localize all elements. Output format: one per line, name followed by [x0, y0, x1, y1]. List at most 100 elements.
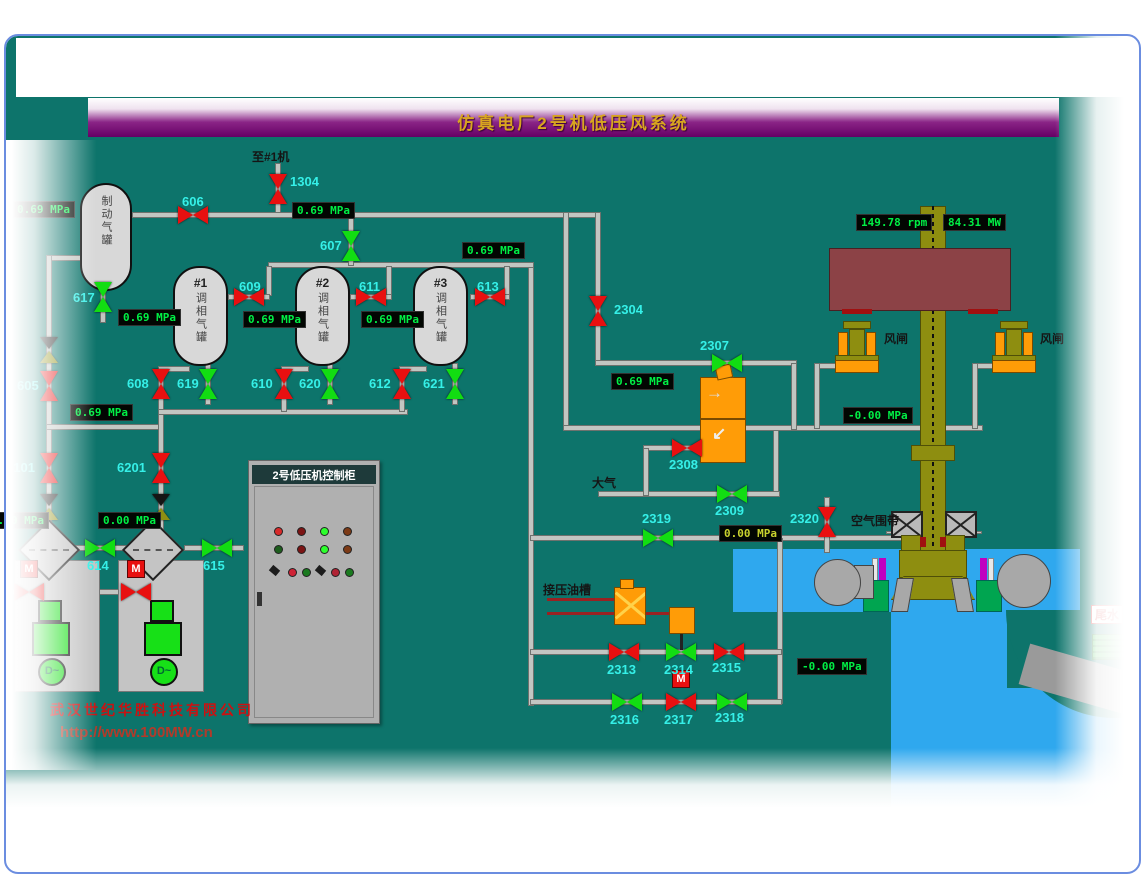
cabinet-door[interactable] [254, 486, 374, 718]
valve-disc-icon [94, 282, 112, 297]
indicator-light [274, 527, 283, 536]
valve-6101[interactable] [40, 453, 58, 483]
valve-motor[interactable] [14, 583, 44, 601]
oil-tank-device[interactable] [614, 587, 646, 625]
oil-line [547, 612, 615, 615]
pipe [777, 538, 783, 704]
indicator-light [302, 568, 311, 577]
valve-label-620: 620 [299, 376, 321, 391]
valve-disc-icon [152, 453, 170, 468]
valve-label-605: 605 [17, 378, 39, 393]
pressure-display: 0.69 MPa [611, 373, 674, 390]
compressor-body[interactable] [144, 622, 182, 656]
runner-crown [899, 550, 967, 578]
valve-disc-icon [321, 384, 339, 399]
valve-disc-icon [85, 539, 100, 557]
valve-2318[interactable] [717, 693, 747, 711]
seal-block-icon [945, 511, 977, 538]
valve-2320[interactable] [818, 507, 836, 537]
valve-disc-icon [729, 643, 744, 661]
valve-6201[interactable] [152, 453, 170, 483]
valve-label-615: 615 [203, 558, 225, 573]
compressor-motor[interactable]: D~ [150, 658, 178, 686]
valve-605[interactable] [40, 371, 58, 401]
tank-tag: #2 [316, 276, 329, 290]
valve-disc-icon [666, 693, 681, 711]
pressure-display: 0.00 MPa [98, 512, 161, 529]
indicator-light [320, 545, 329, 554]
pressure-display: 0.69 MPa [70, 404, 133, 421]
valve-608[interactable] [152, 369, 170, 399]
compressor-body[interactable] [32, 622, 70, 656]
valve-motor[interactable] [121, 583, 151, 601]
valve-label-6101: 6101 [6, 460, 35, 475]
valve-2315[interactable] [714, 643, 744, 661]
pipe [268, 262, 534, 268]
check-valve-icon [40, 337, 58, 363]
valve-617[interactable] [94, 282, 112, 312]
valve-disc-icon [643, 529, 658, 547]
valve-2308[interactable] [672, 439, 702, 457]
brake-piston [1006, 329, 1022, 357]
valve-disc-icon [687, 439, 702, 457]
pipe [773, 430, 779, 496]
valve-disc-icon [275, 369, 293, 384]
valve-619[interactable] [199, 369, 217, 399]
valve-2314[interactable] [666, 643, 696, 661]
text-label: 接压油槽 [543, 581, 591, 598]
valve-disc-icon [732, 693, 747, 711]
valve-disc-icon [672, 439, 687, 457]
pressure-display: 0.00 MPa [0, 512, 49, 529]
valve-2313[interactable] [609, 643, 639, 661]
valve-610[interactable] [275, 369, 293, 399]
valve-614[interactable] [85, 539, 115, 557]
valve-label-617: 617 [73, 290, 95, 305]
seal-cell [940, 537, 946, 547]
valve-2307[interactable] [712, 354, 742, 372]
valve-disc-icon [589, 311, 607, 326]
valve-1304[interactable] [269, 174, 287, 204]
valve-disc-icon [589, 296, 607, 311]
motor-actuator-[interactable]: M [127, 560, 145, 578]
valve-disc-icon [342, 231, 360, 246]
valve-2316[interactable] [612, 693, 642, 711]
valve-620[interactable] [321, 369, 339, 399]
tank-name: 调相气罐 [433, 292, 449, 344]
valve-621[interactable] [446, 369, 464, 399]
valve-disc-icon [217, 539, 232, 557]
tank-brake: 制动气罐 [80, 183, 132, 291]
valve-label-2304: 2304 [614, 302, 643, 317]
indicator-light [331, 568, 340, 577]
compressor-motor[interactable]: D~ [38, 658, 66, 686]
brake-shoe[interactable] [835, 360, 879, 373]
valve-2317[interactable] [666, 693, 696, 711]
cabinet-handle[interactable] [257, 592, 262, 606]
pipe [266, 266, 272, 296]
tailrace-gate[interactable] [1092, 634, 1134, 660]
valve-disc-icon [627, 693, 642, 711]
valve-disc-icon [100, 539, 115, 557]
valve-612[interactable] [393, 369, 411, 399]
text-label: 风闸 [1040, 330, 1064, 347]
valve-label-2313: 2313 [607, 662, 636, 677]
pipe [972, 363, 978, 429]
brake-shoe[interactable] [992, 360, 1036, 373]
valve-disc-icon [666, 643, 681, 661]
motor-actuator-[interactable]: M [20, 560, 38, 578]
valve-disc-icon [818, 522, 836, 537]
valve-label-607: 607 [320, 238, 342, 253]
generator-rotor [829, 248, 1011, 311]
valve-disc-icon [681, 643, 696, 661]
valve-2304[interactable] [589, 296, 607, 326]
valve-615[interactable] [202, 539, 232, 557]
valve-2309[interactable] [717, 485, 747, 503]
tank-name: 调相气罐 [315, 292, 331, 344]
servomotor-ball [814, 559, 861, 606]
valve-label-608: 608 [127, 376, 149, 391]
valve-label-610: 610 [251, 376, 273, 391]
oil-valve-box[interactable] [669, 607, 695, 634]
valve-607[interactable] [342, 231, 360, 261]
cabinet-title: 2号低压机控制柜 [272, 467, 355, 483]
valve-2319[interactable] [643, 529, 673, 547]
indicator-light [345, 568, 354, 577]
